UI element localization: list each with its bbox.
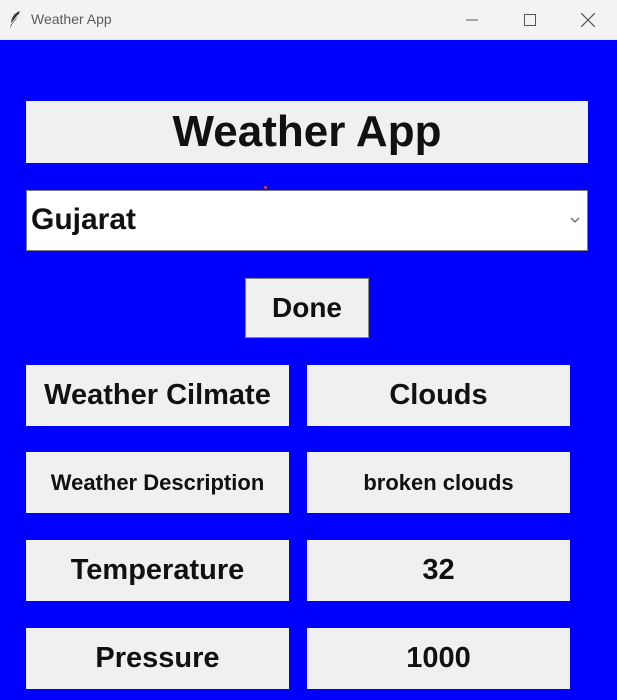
weather-climate-value: Clouds <box>307 365 570 426</box>
close-icon <box>581 13 595 27</box>
maximize-icon <box>524 14 536 26</box>
weather-climate-label: Weather Cilmate <box>26 365 289 426</box>
close-button[interactable] <box>559 0 617 40</box>
weather-description-value: broken clouds <box>307 452 570 513</box>
temperature-value: 32 <box>307 540 570 601</box>
pressure-value: 1000 <box>307 628 570 689</box>
minimize-icon <box>466 14 478 26</box>
maximize-button[interactable] <box>501 0 559 40</box>
feather-icon <box>8 10 22 30</box>
chevron-down-icon[interactable] <box>569 213 581 225</box>
weather-description-label: Weather Description <box>26 452 289 513</box>
state-select-value: Gujarat <box>31 203 137 236</box>
app-heading: Weather App <box>26 101 588 163</box>
cursor-dot <box>264 186 267 189</box>
temperature-label: Temperature <box>26 540 289 601</box>
window-title: Weather App <box>31 11 112 27</box>
title-bar[interactable]: Weather App <box>0 0 617 40</box>
pressure-label: Pressure <box>26 628 289 689</box>
minimize-button[interactable] <box>443 0 501 40</box>
app-window: Weather App Weather App Gujarat Done Wea… <box>0 0 617 700</box>
state-select[interactable]: Gujarat <box>26 190 588 251</box>
done-button[interactable]: Done <box>245 278 369 338</box>
